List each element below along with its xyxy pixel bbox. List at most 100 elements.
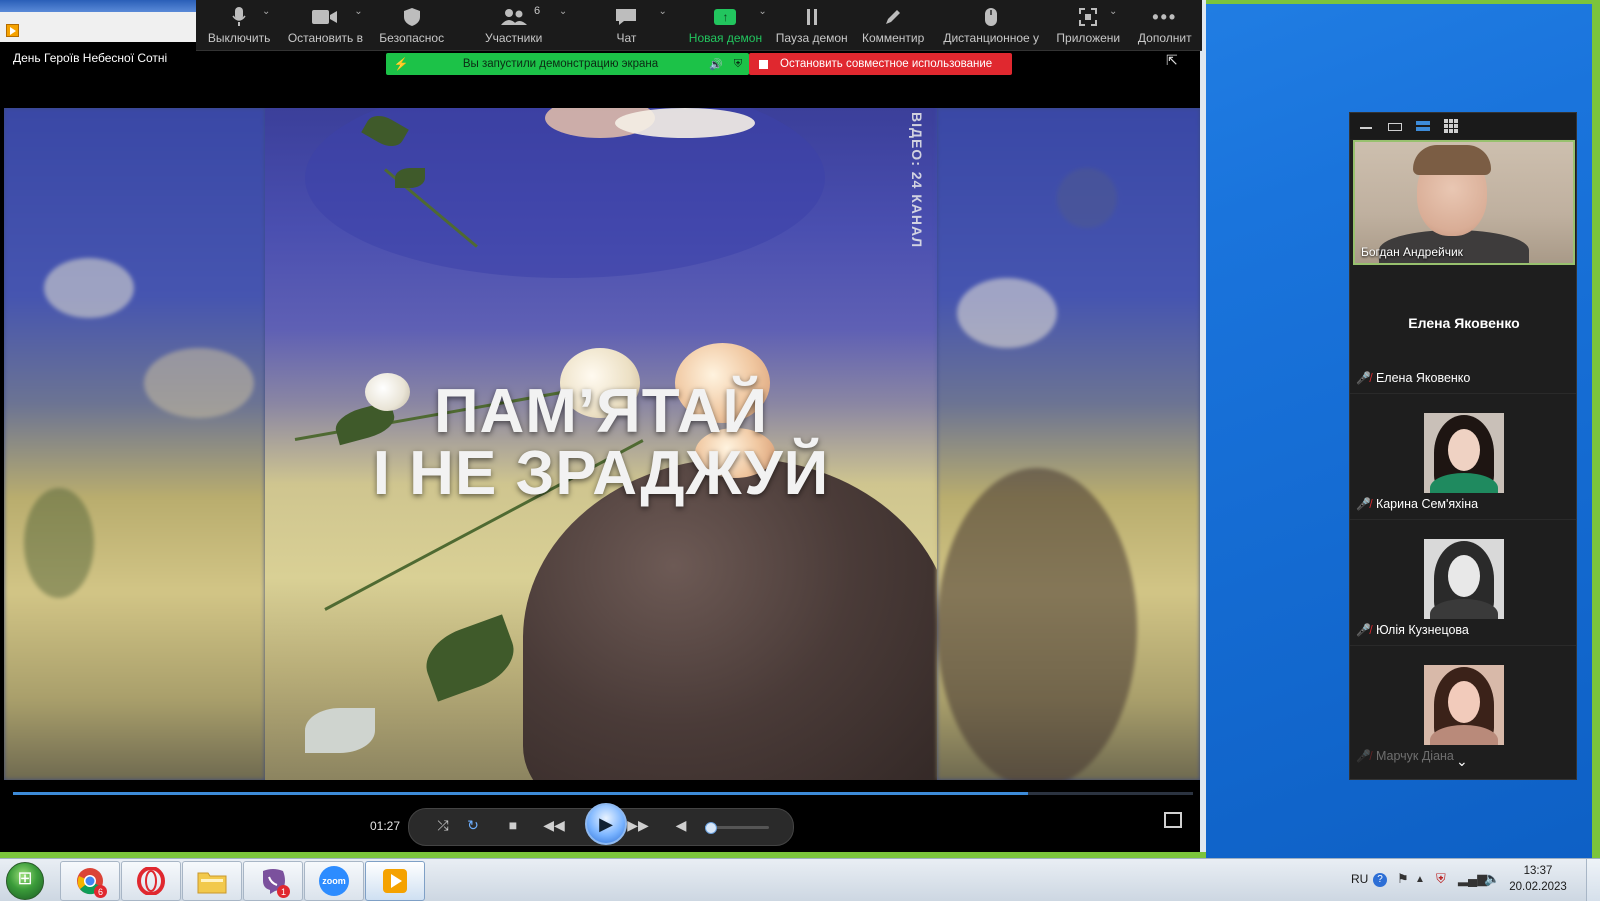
shield-check-icon[interactable]: ⛨ xyxy=(727,58,749,71)
chevron-down-icon[interactable]: ⌄ xyxy=(262,6,270,17)
window-titlebar-strip xyxy=(0,0,200,12)
clock-time: 13:37 xyxy=(1523,865,1553,877)
chevron-down-icon[interactable]: ⌄ xyxy=(1109,6,1117,17)
participants-label: Участники xyxy=(485,31,543,45)
speaker-icon[interactable]: 🔈 xyxy=(1484,871,1500,887)
active-speaker-tile[interactable]: Богдан Андрейчик xyxy=(1353,140,1575,265)
start-button[interactable] xyxy=(6,862,44,900)
participant-avatar[interactable] xyxy=(1424,665,1504,745)
mute-button[interactable]: Выключить ⌄ xyxy=(196,0,282,50)
stop-video-label: Остановить в xyxy=(287,31,364,45)
share-status-text: Вы запустили демонстрацию экрана xyxy=(462,58,659,70)
stop-square-icon xyxy=(759,59,768,69)
notification-badge: 6 xyxy=(94,885,107,898)
help-icon[interactable]: ? xyxy=(1373,873,1387,887)
zoom-gallery-panel: Богдан Андрейчик Елена Яковенко 🎤̸ Елена… xyxy=(1349,112,1577,780)
media-player-window: День Героїв Небесної Сотні Выключить ⌄ О… xyxy=(0,0,1206,852)
shuffle-icon[interactable]: ⤮ xyxy=(433,817,453,834)
participants-icon xyxy=(500,3,528,31)
pause-share-button[interactable]: Пауза демон xyxy=(771,0,853,50)
security-button[interactable]: Безопаснос xyxy=(369,0,455,50)
annotate-label: Комментир xyxy=(861,31,925,45)
apps-button[interactable]: Приложени ⌄ xyxy=(1049,0,1127,50)
strip-view-icon[interactable] xyxy=(1388,123,1402,131)
chevron-down-icon[interactable]: ⌄ xyxy=(559,6,567,17)
zoom-share-toolbar: Выключить ⌄ Остановить в ⌄ Безопаснос Уч… xyxy=(196,0,1202,51)
participant-center-name: Елена Яковенко xyxy=(1408,315,1520,331)
network-signal-icon[interactable]: ▂▄▆ xyxy=(1458,871,1487,887)
fast-forward-icon[interactable]: ▶▶ xyxy=(623,817,653,834)
stop-video-button[interactable]: Остановить в ⌄ xyxy=(282,0,368,50)
video-title: День Героїв Небесної Сотні xyxy=(13,51,168,65)
new-share-label: Новая демон xyxy=(688,31,763,45)
apps-label: Приложени xyxy=(1056,31,1121,45)
repeat-icon[interactable]: ↻ xyxy=(463,817,483,834)
taskbar-chrome[interactable]: 6 xyxy=(60,861,120,901)
video-blur-right xyxy=(937,108,1200,780)
participant-name: Богдан Андрейчик xyxy=(1361,245,1463,259)
mouse-icon xyxy=(984,3,998,31)
taskbar-opera[interactable] xyxy=(121,861,181,901)
volume-icon[interactable]: ◀ xyxy=(671,817,691,834)
fullscreen-icon[interactable] xyxy=(1164,812,1182,828)
language-bar-icon[interactable]: ⚑ xyxy=(1397,871,1409,887)
taskbar-explorer[interactable] xyxy=(182,861,242,901)
time-elapsed: 01:27 xyxy=(370,819,401,833)
mic-muted-icon: 🎤̸ xyxy=(1356,623,1371,637)
remote-control-button[interactable]: Дистанционное у xyxy=(933,0,1049,50)
chat-icon xyxy=(614,3,638,31)
taskbar-media-player[interactable] xyxy=(365,861,425,901)
media-player-icon xyxy=(383,869,407,893)
tray-expand-icon[interactable]: ▲ xyxy=(1415,874,1425,885)
chevron-down-icon[interactable]: ⌄ xyxy=(659,6,667,17)
rewind-icon[interactable]: ◀◀ xyxy=(539,817,569,834)
zoom-icon: zoom xyxy=(319,866,349,896)
more-icon: ••• xyxy=(1152,6,1178,27)
volume-knob[interactable] xyxy=(705,822,718,834)
participant-name: Карина Сем'яхіна xyxy=(1375,497,1479,511)
speaker-view-icon[interactable] xyxy=(1416,121,1430,131)
participant-avatar[interactable] xyxy=(1424,539,1504,619)
chat-button[interactable]: Чат ⌄ xyxy=(573,0,681,50)
participant-name: Елена Яковенко xyxy=(1375,371,1471,385)
mic-muted-icon: 🎤̸ xyxy=(1356,371,1371,385)
gallery-view-icon[interactable] xyxy=(1444,119,1458,133)
media-player-icon[interactable] xyxy=(6,24,19,37)
participant-name: Марчук Діана xyxy=(1375,749,1454,763)
taskbar-viber[interactable]: 1 xyxy=(243,861,303,901)
participant-avatar[interactable] xyxy=(1424,413,1504,493)
clock-date: 20.02.2023 xyxy=(1509,881,1567,893)
video-blur-left xyxy=(4,108,265,780)
speaker-icon[interactable]: 🔊 xyxy=(705,58,727,71)
stop-icon[interactable]: ■ xyxy=(503,817,523,833)
participants-button[interactable]: Участники ⌄ xyxy=(455,0,573,50)
mic-muted-icon: 🎤̸ xyxy=(1356,749,1371,763)
chevron-down-icon[interactable]: ⌄ xyxy=(758,6,766,17)
video-watermark: ВІДЕО: 24 КАНАЛ xyxy=(909,112,925,249)
system-clock[interactable]: 13:37 20.02.2023 xyxy=(1508,863,1568,895)
minimize-icon[interactable] xyxy=(1360,127,1372,129)
more-label: Дополнит xyxy=(1137,31,1192,45)
security-label: Безопаснос xyxy=(379,31,445,45)
view-layout-icon[interactable]: ⇱ xyxy=(1166,52,1178,69)
taskbar: 6 1 zoom RU ? ⚑ ▲ ⛨ ▂▄▆ 🔈 13:37 20.02.20… xyxy=(0,858,1600,901)
video-frame[interactable]: ПАМ’ЯТАЙ І НЕ ЗРАДЖУЙ ВІДЕО: 24 КАНАЛ xyxy=(4,108,1200,780)
share-status-banner: ⚡ Вы запустили демонстрацию экрана 🔊 ⛨ xyxy=(386,53,749,75)
more-button[interactable]: ••• Дополнит xyxy=(1127,0,1202,50)
annotate-button[interactable]: Комментир xyxy=(853,0,933,50)
new-share-button[interactable]: ↑ Новая демон ⌄ xyxy=(680,0,770,50)
overlay-text-line2: І НЕ ЗРАДЖУЙ xyxy=(372,439,830,508)
seek-bar[interactable] xyxy=(13,792,1193,795)
chevron-down-icon[interactable]: ⌄ xyxy=(1456,753,1468,770)
stop-share-button[interactable]: Остановить совместное использование xyxy=(749,53,1012,75)
security-tray-icon[interactable]: ⛨ xyxy=(1436,871,1446,887)
pen-icon xyxy=(884,3,902,31)
taskbar-zoom[interactable]: zoom xyxy=(304,861,364,901)
show-desktop-button[interactable] xyxy=(1586,859,1600,901)
language-indicator[interactable]: RU xyxy=(1351,872,1368,886)
participant-row: 🎤̸ Марчук Діана xyxy=(1356,749,1454,763)
chevron-down-icon[interactable]: ⌄ xyxy=(354,6,362,17)
shield-icon xyxy=(403,3,421,31)
pause-icon xyxy=(805,3,819,31)
play-icon[interactable]: ▶ xyxy=(585,803,627,845)
